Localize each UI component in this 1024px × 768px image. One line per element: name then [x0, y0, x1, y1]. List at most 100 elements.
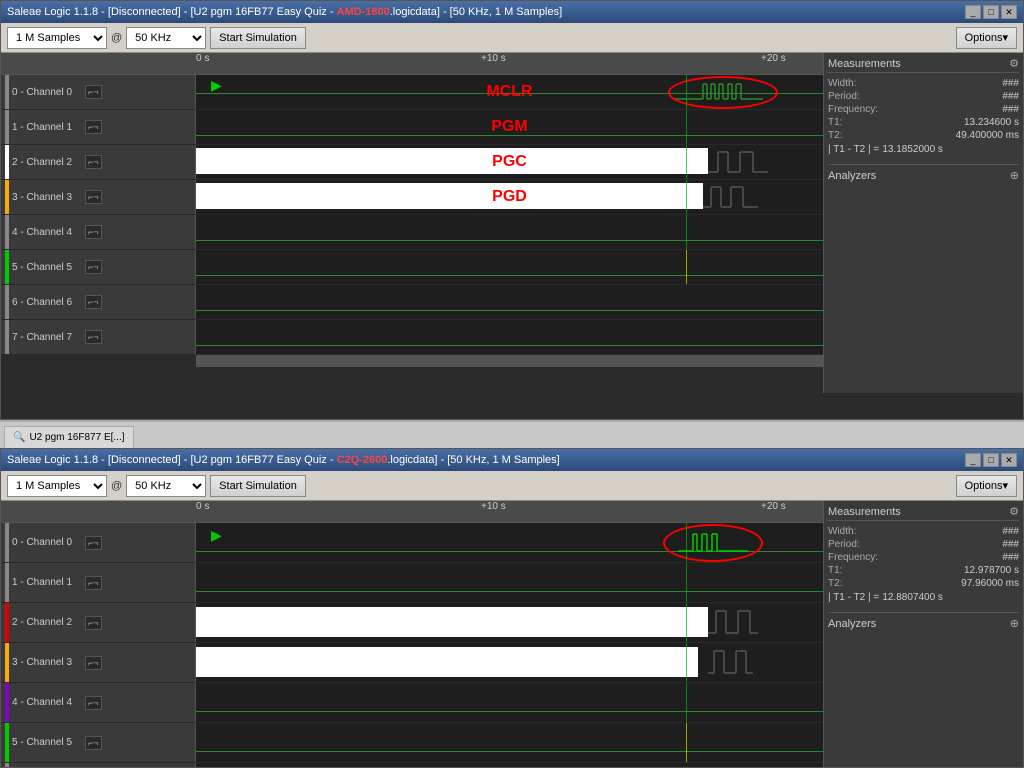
- minimize-button[interactable]: _: [965, 5, 981, 19]
- ch3-num: 3 - Channel 3: [12, 192, 82, 203]
- ch0-signal-icon: ⌐¬: [85, 85, 102, 99]
- b-channel-row-5: 5 - Channel 5 ⌐¬: [1, 723, 823, 763]
- top-title-controls: _ □ ✕: [965, 5, 1017, 19]
- ch0-num: 0 - Channel 0: [12, 87, 82, 98]
- close-button[interactable]: ✕: [1001, 5, 1017, 19]
- samples-select[interactable]: 1 M Samples: [7, 27, 107, 49]
- b-ch3-waveform: [196, 643, 823, 682]
- timeline-t20: +20 s: [761, 53, 786, 64]
- b-ch2-white: [196, 607, 723, 637]
- ch4-color-bar: [5, 215, 9, 249]
- period-row: Period: ###: [828, 90, 1019, 103]
- ch3-white-signal: [196, 183, 710, 209]
- ch1-num: 1 - Channel 1: [12, 122, 82, 133]
- bottom-timeline: 0 s +10 s +20 s: [1, 501, 823, 523]
- b-channel-row-1: 1 - Channel 1 ⌐¬: [1, 563, 823, 603]
- ch3-pulses-svg: [703, 183, 758, 212]
- b-channel-row-3: 3 - Channel 3 ⌐¬: [1, 643, 823, 683]
- ch1-pgm-label: PGM: [491, 118, 527, 136]
- b-ch2-color-bar: [5, 603, 9, 642]
- start-simulation-button[interactable]: Start Simulation: [210, 27, 306, 49]
- ch2-white-signal: [196, 148, 742, 174]
- b-ch3-vert-line: [686, 643, 687, 682]
- b-ch2-signal-icon: ⌐¬: [85, 616, 102, 630]
- b-ch2-vert-line: [686, 603, 687, 642]
- channel-row-2: 2 - Channel 2 ⌐¬: [1, 145, 823, 180]
- b-measurements-gear-icon[interactable]: ⚙: [1009, 505, 1019, 518]
- b-options-button[interactable]: Options▾: [956, 475, 1017, 497]
- b-ch1-signal-icon: ⌐¬: [85, 576, 102, 590]
- channel-1-label: 1 - Channel 1 ⌐¬: [1, 110, 196, 144]
- bottom-right-panel: Measurements ⚙ Width: ### Period: ### Fr…: [823, 501, 1023, 767]
- b-ch3-pulses-svg: [708, 647, 753, 679]
- ch4-waveform: [196, 215, 823, 249]
- b-analyzers-add-icon[interactable]: ⊕: [1010, 617, 1019, 630]
- bottom-title-controls: _ □ ✕: [965, 453, 1017, 467]
- b-ch3-signal-icon: ⌐¬: [85, 656, 102, 670]
- b-ch2-pulses: [708, 607, 758, 638]
- ch2-pgc-label: PGC: [492, 153, 527, 171]
- tab-bar: 🔍 U2 pgm 16F877 E[...]: [0, 420, 1024, 448]
- top-toolbar: 1 M Samples @ 50 KHz Start Simulation Op…: [1, 23, 1023, 53]
- top-title-text: Saleae Logic 1.1.8 - [Disconnected] - [U…: [7, 6, 562, 18]
- b-ch0-burst: [678, 528, 748, 557]
- b-minimize-button[interactable]: _: [965, 453, 981, 467]
- b-ch2-num: 2 - Channel 2: [12, 617, 82, 628]
- ch0-waveform: ▶ MCLR: [196, 75, 823, 109]
- t2-row: T2: 49.400000 ms: [828, 129, 1019, 142]
- ch3-signal-icon: ⌐¬: [85, 190, 102, 204]
- tab-label: U2 pgm 16F877 E[...]: [29, 432, 124, 443]
- b-samples-select[interactable]: 1 M Samples: [7, 475, 107, 497]
- b-ch6-color-bar: [5, 763, 9, 767]
- channel-4-label: 4 - Channel 4 ⌐¬: [1, 215, 196, 249]
- channel-6-label: 6 - Channel 6 ⌐¬: [1, 285, 196, 319]
- b-channel-4-label: 4 - Channel 4 ⌐¬: [1, 683, 196, 722]
- timeline-t10: +10 s: [481, 53, 506, 64]
- b-ch0-vert-line: [686, 523, 687, 562]
- b-ch2-waveform: [196, 603, 823, 642]
- top-window: Saleae Logic 1.1.8 - [Disconnected] - [U…: [0, 0, 1024, 420]
- b-maximize-button[interactable]: □: [983, 453, 999, 467]
- b-close-button[interactable]: ✕: [1001, 453, 1017, 467]
- b-freq-row: Frequency: ###: [828, 551, 1019, 564]
- b-channel-0-label: 0 - Channel 0 ⌐¬: [1, 523, 196, 562]
- b-t2-row: T2: 97.96000 ms: [828, 577, 1019, 590]
- channel-row-6: 6 - Channel 6 ⌐¬: [1, 285, 823, 320]
- measurements-header: Measurements ⚙: [828, 57, 1019, 73]
- ch3-vert-line: [686, 180, 687, 214]
- top-main-area: 0 s +10 s +20 s 0 - Channel 0 ⌐¬ ▶ MCLR: [1, 53, 1023, 393]
- freq-select[interactable]: 50 KHz: [126, 27, 206, 49]
- ch7-signal-icon: ⌐¬: [85, 330, 102, 344]
- b-at-label: @: [111, 480, 122, 492]
- options-button[interactable]: Options▾: [956, 27, 1017, 49]
- b-period-row: Period: ###: [828, 538, 1019, 551]
- b-ch1-vert-line: [686, 563, 687, 602]
- analyzers-add-icon[interactable]: ⊕: [1010, 169, 1019, 182]
- top-title-bar: Saleae Logic 1.1.8 - [Disconnected] - [U…: [1, 1, 1023, 23]
- b-channel-row-0: 0 - Channel 0 ⌐¬ ▶: [1, 523, 823, 563]
- analyzers-section: Analyzers ⊕: [828, 164, 1019, 182]
- top-h-scrollbar[interactable]: [196, 355, 823, 367]
- b-ch4-num: 4 - Channel 4: [12, 697, 82, 708]
- b-ch1-low-line: [196, 591, 823, 592]
- top-channels-area: 0 s +10 s +20 s 0 - Channel 0 ⌐¬ ▶ MCLR: [1, 53, 823, 393]
- b-ch5-color-bar: [5, 723, 9, 762]
- b-ch3-num: 3 - Channel 3: [12, 657, 82, 668]
- b-ch3-white: [196, 647, 698, 677]
- ch2-color-bar: [5, 145, 9, 179]
- b-start-simulation-button[interactable]: Start Simulation: [210, 475, 306, 497]
- measurements-gear-icon[interactable]: ⚙: [1009, 57, 1019, 70]
- ch5-vert-line: [686, 250, 687, 284]
- ch1-vert-line: [686, 110, 687, 144]
- freq-row: Frequency: ###: [828, 103, 1019, 116]
- tab-u2pgm[interactable]: 🔍 U2 pgm 16F877 E[...]: [4, 426, 134, 448]
- b-ch4-waveform: [196, 683, 823, 722]
- b-timeline-t20: +20 s: [761, 501, 786, 512]
- b-channel-row-6: 6 - Channel 6 ⌐¬: [1, 763, 823, 767]
- b-freq-select[interactable]: 50 KHz: [126, 475, 206, 497]
- b-ch1-num: 1 - Channel 1: [12, 577, 82, 588]
- ch2-signal-icon: ⌐¬: [85, 155, 102, 169]
- b-ch5-signal-icon: ⌐¬: [85, 736, 102, 750]
- maximize-button[interactable]: □: [983, 5, 999, 19]
- ch2-waveform: PGC: [196, 145, 823, 179]
